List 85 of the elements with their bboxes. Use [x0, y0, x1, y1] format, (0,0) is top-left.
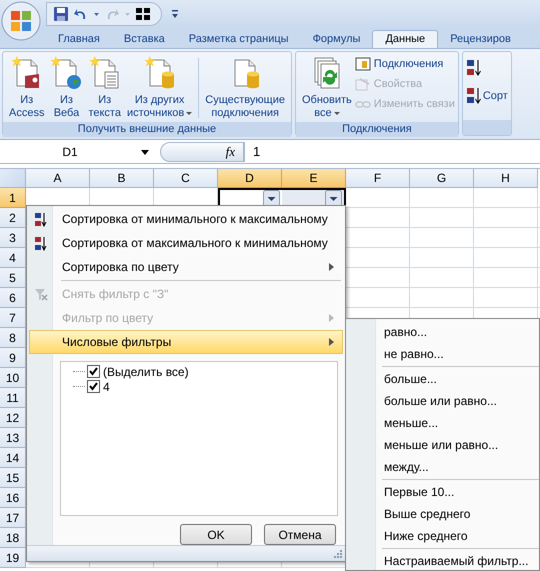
ok-button[interactable]: OK	[180, 524, 252, 546]
sort-ascending-icon[interactable]	[466, 58, 482, 78]
row-header[interactable]: 17	[0, 508, 26, 528]
ribbon-tab[interactable]: Вставка	[112, 31, 177, 48]
cancel-button[interactable]: Отмена	[264, 524, 336, 546]
ribbon-button[interactable]: Из других источников	[124, 54, 196, 122]
sort-descending-icon[interactable]	[466, 86, 482, 106]
row-header[interactable]: 1	[0, 188, 26, 208]
row-header[interactable]: 9	[0, 348, 26, 368]
save-icon[interactable]	[53, 6, 69, 22]
formula-field[interactable]: 1	[244, 142, 540, 162]
ribbon-tab[interactable]: Данные	[372, 30, 438, 48]
ribbon-button[interactable]: Сорт	[482, 90, 508, 102]
menu-item[interactable]: Сортировка от минимального к максимальному	[29, 207, 343, 231]
row-header[interactable]: 19	[0, 548, 26, 568]
row-header[interactable]: 7	[0, 308, 26, 328]
properties-icon	[354, 76, 371, 92]
menu-item[interactable]: больше...	[346, 368, 539, 390]
row-header[interactable]: 15	[0, 468, 26, 488]
name-box[interactable]: D1	[0, 142, 140, 162]
row-header[interactable]: 10	[0, 368, 26, 388]
row-header[interactable]: 18	[0, 528, 26, 548]
menu-item[interactable]: Первые 10...	[346, 481, 539, 503]
column-header[interactable]: F	[346, 169, 410, 188]
row-header[interactable]: 14	[0, 448, 26, 468]
column-header[interactable]: H	[474, 169, 538, 188]
submenu-arrow-icon	[329, 314, 334, 322]
menu-item[interactable]: между...	[346, 456, 539, 478]
ribbon-tab[interactable]: Главная	[46, 31, 112, 48]
row-header[interactable]: 2	[0, 208, 26, 228]
resize-grip-icon[interactable]	[334, 550, 342, 558]
checkbox-label[interactable]: (Выделить все)	[100, 364, 189, 378]
row-header[interactable]: 6	[0, 288, 26, 308]
column-header[interactable]: G	[410, 169, 474, 188]
column-header[interactable]: B	[90, 169, 154, 188]
column-header[interactable]: A	[26, 169, 90, 188]
sort-ascending-icon	[34, 212, 48, 226]
connection-icon	[354, 56, 371, 72]
sort-descending-icon	[34, 236, 48, 250]
insert-function-button[interactable]: fx	[160, 142, 244, 162]
row-header[interactable]: 3	[0, 228, 26, 248]
checkbox[interactable]	[87, 365, 100, 378]
ribbon-button[interactable]: Из Веба	[47, 54, 86, 122]
group-title-bar	[462, 120, 511, 135]
menu-item[interactable]: Ниже среднего	[346, 525, 539, 547]
row-header[interactable]: 11	[0, 388, 26, 408]
column-header[interactable]: C	[154, 169, 218, 188]
group-title: Получить внешние данные	[3, 122, 291, 137]
ribbon-tab[interactable]: Формулы	[300, 31, 372, 48]
row-header[interactable]: 4	[0, 248, 26, 268]
column-header[interactable]: D	[218, 169, 282, 188]
menu-item[interactable]: Числовые фильтры	[29, 330, 343, 354]
menu-item[interactable]: Выше среднего	[346, 503, 539, 525]
document-icon	[50, 56, 82, 90]
document-icon	[144, 56, 176, 90]
ribbon-tab[interactable]: Разметка страницы	[176, 31, 301, 48]
row-header[interactable]: 16	[0, 488, 26, 508]
ribbon-tab[interactable]: Рецензиров	[438, 31, 523, 48]
menu-item[interactable]: меньше...	[346, 412, 539, 434]
ribbon-button[interactable]: Существующие подключения	[202, 54, 288, 122]
document-icon	[88, 56, 121, 90]
grid-icon[interactable]	[135, 6, 151, 22]
column-header[interactable]: E	[282, 169, 346, 188]
row-header[interactable]: 8	[0, 328, 26, 348]
ribbon-button[interactable]: Из Access	[6, 54, 48, 122]
menu-item[interactable]: меньше или равно...	[346, 434, 539, 456]
ribbon-button[interactable]: Из текста	[85, 54, 124, 122]
menu-item[interactable]: больше или равно...	[346, 390, 539, 412]
row-header[interactable]: 5	[0, 268, 26, 288]
ribbon-button[interactable]: Подключения	[354, 56, 455, 72]
dropdown-arrow-icon[interactable]	[140, 148, 150, 156]
checkbox[interactable]	[87, 380, 100, 393]
menu-item[interactable]: равно...	[346, 321, 539, 343]
checkbox-label[interactable]: 4	[100, 380, 110, 394]
submenu-arrow-icon	[329, 338, 334, 346]
menu-item[interactable]: не равно...	[346, 343, 539, 365]
row-header[interactable]: 12	[0, 408, 26, 428]
submenu-arrow-icon	[329, 263, 334, 271]
menu-item[interactable]: Сортировка по цвету	[29, 255, 343, 279]
ribbon-button[interactable]: Обновить все	[298, 54, 355, 122]
menu-item[interactable]: Сортировка от максимального к минимальному	[29, 231, 343, 255]
group-title: Подключения	[296, 122, 458, 137]
row-header[interactable]: 13	[0, 428, 26, 448]
clear-filter-icon	[34, 286, 48, 302]
menu-item[interactable]: Настраиваемый фильтр...	[346, 550, 539, 571]
